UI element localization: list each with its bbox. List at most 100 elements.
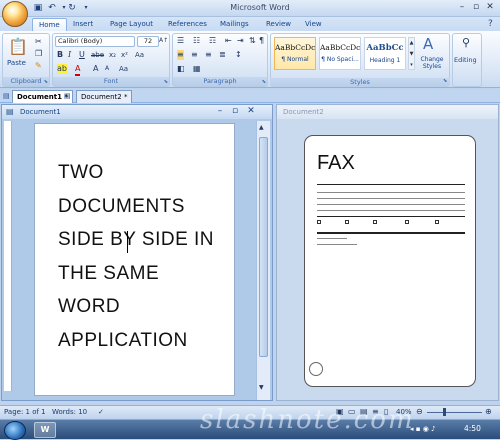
shading-icon[interactable]: ◧ bbox=[177, 64, 185, 74]
clipboard-launcher-icon[interactable]: ⬊ bbox=[44, 79, 48, 85]
minimize-icon[interactable]: – bbox=[455, 2, 469, 14]
font-color-icon[interactable]: A bbox=[75, 64, 81, 76]
tab-page-layout[interactable]: Page Layout bbox=[104, 18, 159, 31]
start-button[interactable] bbox=[4, 421, 26, 440]
maximize-icon[interactable]: ▫ bbox=[469, 2, 483, 14]
clock[interactable]: 4:50 bbox=[464, 424, 481, 433]
editing-button[interactable]: Editing bbox=[454, 56, 477, 64]
zoom-out-icon[interactable]: ⊖ bbox=[416, 406, 423, 418]
scroll-up-icon[interactable]: ▲ bbox=[259, 123, 264, 133]
office-button[interactable] bbox=[2, 1, 28, 27]
scroll-down-icon[interactable]: ▼ bbox=[259, 383, 264, 393]
document1-page[interactable]: TWO DOCUMENTS SIDE BY SIDE IN THE SAME W… bbox=[34, 123, 235, 396]
minimize-icon[interactable]: – bbox=[213, 106, 227, 118]
text-line: SIDE BY SIDE IN bbox=[58, 229, 215, 250]
proofing-icon[interactable]: ✓ bbox=[98, 407, 104, 417]
taskbar: W ◂ ▪ ◉ ♪ 4:50 bbox=[0, 419, 500, 440]
justify-icon[interactable]: ≣ bbox=[219, 50, 226, 60]
style-heading-1[interactable]: AaBbCc Heading 1 bbox=[364, 37, 406, 70]
checkbox-icon bbox=[405, 220, 409, 224]
full-screen-icon[interactable]: ▭ bbox=[348, 407, 356, 417]
grow-font-icon[interactable]: A↑ bbox=[159, 36, 168, 46]
zoom-slider-handle[interactable] bbox=[443, 408, 446, 416]
vertical-scrollbar[interactable]: ▲ ▼ bbox=[256, 121, 270, 400]
tray-icons[interactable]: ◂ ▪ ◉ ♪ bbox=[410, 425, 436, 433]
checkbox-icon bbox=[435, 220, 439, 224]
change-case-icon[interactable]: Aa bbox=[135, 50, 144, 60]
document2-page[interactable]: FAX bbox=[304, 135, 476, 387]
help-icon[interactable]: ? bbox=[488, 19, 493, 29]
align-center-icon[interactable]: ≡ bbox=[191, 50, 198, 60]
paste-button[interactable]: Paste bbox=[7, 59, 26, 67]
styles-scroll[interactable]: ▲ ▼ ▾ bbox=[408, 37, 415, 70]
page-count[interactable]: Page: 1 of 1 bbox=[4, 406, 46, 418]
underline-icon[interactable]: U bbox=[79, 50, 85, 60]
multilevel-list-icon[interactable]: ☶ bbox=[209, 36, 216, 46]
change-styles-button[interactable]: Change Styles bbox=[416, 56, 448, 70]
grow-font-2-icon[interactable]: A bbox=[93, 64, 98, 74]
print-layout-icon[interactable]: ▣ bbox=[336, 407, 344, 417]
style-normal[interactable]: AaBbCcDc ¶ Normal bbox=[274, 37, 316, 70]
sort-icon[interactable]: ⇅ bbox=[249, 36, 256, 46]
paragraph-launcher-icon[interactable]: ⬊ bbox=[262, 79, 266, 85]
redo-icon[interactable]: ↻ bbox=[66, 2, 78, 14]
restore-icon[interactable]: ▫ bbox=[228, 106, 242, 118]
style-label: ¶ Normal bbox=[281, 56, 309, 63]
clear-format-icon[interactable]: Aa bbox=[119, 64, 128, 74]
doc-tab-document2[interactable]: Document2 * bbox=[76, 90, 133, 103]
text-line: TWO bbox=[58, 162, 104, 183]
close-icon[interactable]: ✕ bbox=[483, 2, 497, 14]
format-painter-icon[interactable]: ✎ bbox=[35, 61, 42, 71]
close-icon[interactable]: ✕ bbox=[244, 106, 258, 118]
tab-view[interactable]: View bbox=[299, 18, 328, 31]
change-styles-icon[interactable]: A bbox=[423, 36, 433, 52]
show-formatting-icon[interactable]: ¶ bbox=[259, 36, 264, 46]
web-layout-icon[interactable]: ▤ bbox=[360, 407, 368, 417]
font-group: Calibri (Body) 72 A↑ B I U abe x₂ x² Aa … bbox=[52, 33, 170, 87]
align-left-icon[interactable]: ≡ bbox=[177, 50, 184, 60]
font-size-select[interactable]: 72 bbox=[137, 36, 159, 47]
zoom-in-icon[interactable]: ⊕ bbox=[485, 406, 492, 418]
strikethrough-icon[interactable]: abe bbox=[91, 50, 104, 60]
copy-icon[interactable]: ❐ bbox=[35, 49, 42, 59]
paste-icon[interactable]: 📋 bbox=[8, 37, 28, 57]
scroll-thumb[interactable] bbox=[259, 137, 268, 357]
subscript-icon[interactable]: x₂ bbox=[109, 50, 116, 60]
save-icon[interactable]: ▣ bbox=[32, 2, 44, 14]
highlight-icon[interactable]: ab bbox=[57, 64, 67, 74]
cut-icon[interactable]: ✂ bbox=[35, 37, 42, 47]
customize-toolbar-icon[interactable]: ▾ bbox=[80, 2, 92, 14]
bullets-icon[interactable]: ☰ bbox=[177, 36, 184, 46]
increase-indent-icon[interactable]: ⇥ bbox=[237, 36, 244, 46]
document-text[interactable]: TWO DOCUMENTS SIDE BY SIDE IN THE SAME W… bbox=[58, 156, 228, 357]
zoom-level[interactable]: 40% bbox=[396, 406, 412, 418]
clipboard-group-label: Clipboard bbox=[3, 77, 49, 86]
undo-icon[interactable]: ↶ bbox=[46, 2, 58, 14]
draft-icon[interactable]: ▯ bbox=[384, 407, 388, 417]
font-launcher-icon[interactable]: ⬊ bbox=[164, 79, 168, 85]
zoom-slider[interactable] bbox=[427, 412, 482, 413]
outline-icon[interactable]: ≡ bbox=[372, 407, 379, 417]
bold-icon[interactable]: B bbox=[57, 50, 63, 60]
line-spacing-icon[interactable]: ↕ bbox=[235, 50, 242, 60]
style-label: ¶ No Spaci... bbox=[321, 56, 359, 63]
tab-references[interactable]: References bbox=[162, 18, 213, 31]
vertical-ruler bbox=[4, 121, 12, 391]
checkbox-icon bbox=[345, 220, 349, 224]
font-name-select[interactable]: Calibri (Body) bbox=[55, 36, 135, 47]
word-count[interactable]: Words: 10 bbox=[52, 406, 87, 418]
tab-insert[interactable]: Insert bbox=[67, 18, 99, 31]
numbering-icon[interactable]: ☷ bbox=[193, 36, 200, 46]
align-right-icon[interactable]: ≡ bbox=[205, 50, 212, 60]
tab-home[interactable]: Home bbox=[32, 18, 67, 31]
fax-heading: FAX bbox=[317, 152, 355, 174]
italic-icon[interactable]: I bbox=[68, 50, 71, 60]
style-no-spacing[interactable]: AaBbCcDc ¶ No Spaci... bbox=[319, 37, 361, 70]
borders-icon[interactable]: ▦ bbox=[193, 64, 201, 74]
tab-review[interactable]: Review bbox=[260, 18, 297, 31]
tab-mailings[interactable]: Mailings bbox=[214, 18, 255, 31]
superscript-icon[interactable]: x² bbox=[121, 50, 128, 60]
decrease-indent-icon[interactable]: ⇤ bbox=[225, 36, 232, 46]
shrink-font-icon[interactable]: A bbox=[105, 64, 109, 74]
word-taskbar-button[interactable]: W bbox=[34, 422, 56, 438]
